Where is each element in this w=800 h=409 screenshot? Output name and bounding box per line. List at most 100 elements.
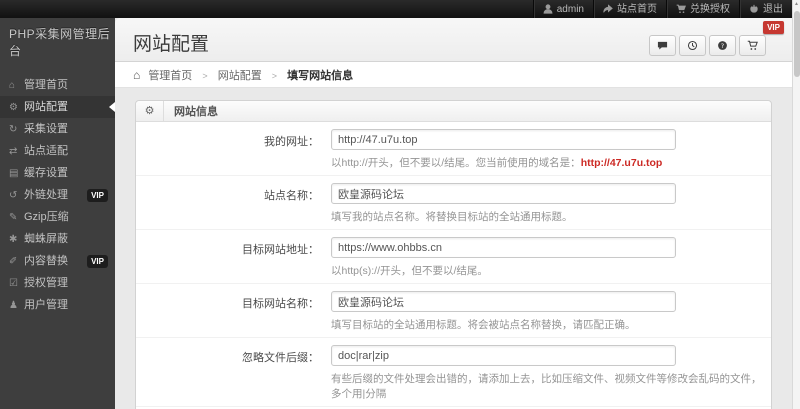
history-button[interactable] (679, 35, 706, 56)
sidebar-item-label: 授权管理 (24, 277, 68, 289)
sidebar-item-label: 缓存设置 (24, 167, 68, 179)
link-refresh-icon: ↺ (9, 190, 18, 201)
breadcrumb-separator: > (202, 71, 208, 81)
spider-icon: ✱ (9, 234, 18, 245)
current-domain-link[interactable]: http://47.u7u.top (581, 157, 663, 169)
sidebar-item-site-adapt[interactable]: ⇄ 站点适配 (0, 140, 115, 162)
form-row-ignore-ext: 忽略文件后缀： 有些后缀的文件处理会出错的，请添加上去，比如压缩文件、视频文件等… (136, 338, 771, 407)
breadcrumb-site-config[interactable]: 网站配置 (218, 70, 262, 82)
scroll-up-arrow-icon[interactable]: ▲ (793, 0, 800, 9)
clock-icon (687, 40, 698, 51)
form-row-target-url: 目标网站地址： 以http(s)://开头，但不要以/结尾。 (136, 230, 771, 284)
question-icon: ? (718, 41, 727, 50)
sidebar-item-cache-settings[interactable]: ▤ 缓存设置 (0, 162, 115, 184)
field-label: 目标网站地址： (242, 244, 319, 256)
topbar-user-label: admin (556, 3, 584, 15)
top-navbar: admin 站点首页 兑换授权 退出 (0, 0, 792, 18)
power-icon (750, 4, 758, 13)
sidebar-item-label: Gzip压缩 (24, 211, 69, 223)
cart-icon (747, 40, 758, 50)
topbar-logout[interactable]: 退出 (739, 0, 792, 18)
topbar-site-home[interactable]: 站点首页 (593, 0, 666, 18)
topbar-exchange-auth-label: 兑换授权 (690, 3, 730, 15)
sidebar-menu: ⌂ 管理首页 ⚙ 网站配置 ↻ 采集设置 ⇄ 站点适配 ▤ 缓存设置 ↺ 外链处理 VIP … (0, 74, 115, 316)
vertical-scrollbar[interactable]: ▲ (792, 0, 800, 409)
field-help: 填写我的站点名称。将替换目标站的全站通用标题。 (331, 211, 573, 223)
sidebar-item-collect-settings[interactable]: ↻ 采集设置 (0, 118, 115, 140)
breadcrumb-separator: > (271, 71, 278, 81)
breadcrumb: ⌂ 管理首页 > 网站配置 > 填写网站信息 (115, 62, 792, 88)
sidebar-item-label: 采集设置 (24, 123, 68, 135)
comment-icon (657, 41, 668, 50)
target-url-input[interactable] (331, 237, 676, 258)
gear-icon: ⚙ (9, 102, 18, 113)
field-label: 站点名称： (264, 190, 319, 202)
field-help: 填写目标站的全站通用标题。将会被站点名称替换，请匹配正确。 (331, 319, 636, 331)
my-url-input[interactable] (331, 129, 676, 150)
sidebar-item-label: 网站配置 (24, 101, 68, 113)
home-icon: ⌂ (133, 68, 141, 82)
sidebar-item-auth-manage[interactable]: ☑ 授权管理 (0, 272, 115, 294)
sidebar-item-user-manage[interactable]: ♟ 用户管理 (0, 294, 115, 316)
help-button[interactable]: ? (709, 35, 736, 56)
vip-badge: VIP (87, 189, 108, 202)
sidebar-item-label: 站点适配 (24, 145, 68, 157)
sidebar-item-label: 外链处理 (24, 189, 68, 201)
breadcrumb-admin-home[interactable]: 管理首页 (148, 70, 192, 82)
sidebar: PHP采集网管理后台 ⌂ 管理首页 ⚙ 网站配置 ↻ 采集设置 ⇄ 站点适配 ▤ 缓存设置… (0, 18, 115, 409)
form-row-site-name: 站点名称： 填写我的站点名称。将替换目标站的全站通用标题。 (136, 176, 771, 230)
content-area: 网站配置 VIP ? ⌂ 管理首页 > 网站配置 > 填写网站信息 ⚙ 网站信息… (115, 18, 792, 409)
panel-header: ⚙ 网站信息 (136, 100, 771, 122)
pencil-icon: ✎ (9, 212, 18, 223)
topbar-site-home-label: 站点首页 (617, 3, 657, 15)
site-name-input[interactable] (331, 183, 676, 204)
field-label: 目标网站名称： (242, 298, 319, 310)
field-label: 忽略文件后缀： (242, 352, 319, 364)
sidebar-item-label: 蜘蛛屏蔽 (24, 233, 68, 245)
app-logo: PHP采集网管理后台 (9, 27, 111, 58)
shuffle-icon: ⇄ (9, 146, 18, 157)
field-help: 以http(s)://开头，但不要以/结尾。 (331, 265, 488, 277)
home-icon: ⌂ (9, 80, 16, 91)
scrollbar-thumb[interactable] (794, 11, 800, 77)
topbar-nav: admin 站点首页 兑换授权 退出 (532, 0, 792, 18)
header-actions: VIP ? (649, 21, 784, 56)
vip-badge: VIP (87, 255, 108, 268)
sidebar-item-site-config[interactable]: ⚙ 网站配置 (0, 96, 115, 118)
arrow-icon (603, 4, 613, 13)
sidebar-item-label: 内容替换 (24, 255, 68, 267)
check-box-icon: ☑ (9, 278, 18, 289)
sidebar-item-admin-home[interactable]: ⌂ 管理首页 (0, 74, 115, 96)
folder-icon: ▤ (9, 168, 19, 179)
panel-title: 网站信息 (174, 106, 218, 118)
form-row-target-name: 目标网站名称： 填写目标站的全站通用标题。将会被站点名称替换，请匹配正确。 (136, 284, 771, 338)
vip-badge: VIP (763, 21, 784, 34)
sidebar-item-label: 管理首页 (24, 79, 68, 91)
field-help: 以http://开头，但不要以/结尾。您当前使用的域名是：http://47.u… (331, 155, 771, 170)
page-header: 网站配置 VIP ? (115, 18, 792, 62)
sidebar-item-content-replace[interactable]: ✐ 内容替换 VIP (0, 250, 115, 272)
form-row-my-url: 我的网址： 以http://开头，但不要以/结尾。您当前使用的域名是：http:… (136, 122, 771, 176)
sidebar-item-external-links[interactable]: ↺ 外链处理 VIP (0, 184, 115, 206)
sidebar-item-gzip[interactable]: ✎ Gzip压缩 (0, 206, 115, 228)
field-label: 我的网址： (264, 136, 319, 148)
gear-icon: ⚙ (136, 100, 164, 122)
topbar-logout-label: 退出 (763, 3, 783, 15)
breadcrumb-current: 填写网站信息 (287, 70, 354, 82)
cart-button[interactable] (739, 35, 766, 56)
sidebar-item-spider-block[interactable]: ✱ 蜘蛛屏蔽 (0, 228, 115, 250)
svg-text:?: ? (721, 42, 724, 50)
refresh-icon: ↻ (9, 124, 18, 135)
edit-icon: ✐ (9, 256, 18, 267)
topbar-exchange-auth[interactable]: 兑换授权 (666, 0, 739, 18)
cart-icon (676, 4, 686, 13)
target-name-input[interactable] (331, 291, 676, 312)
comment-button[interactable] (649, 35, 676, 56)
ignore-ext-input[interactable] (331, 345, 676, 366)
user-icon (543, 4, 553, 14)
field-help: 有些后缀的文件处理会出错的，请添加上去，比如压缩文件、视频文件等修改会乱码的文件… (331, 373, 762, 400)
help-text: 以http://开头，但不要以/结尾。您当前使用的域名是： (331, 157, 581, 169)
sidebar-item-label: 用户管理 (24, 299, 68, 311)
user-icon: ♟ (9, 300, 18, 311)
topbar-user[interactable]: admin (532, 0, 593, 18)
